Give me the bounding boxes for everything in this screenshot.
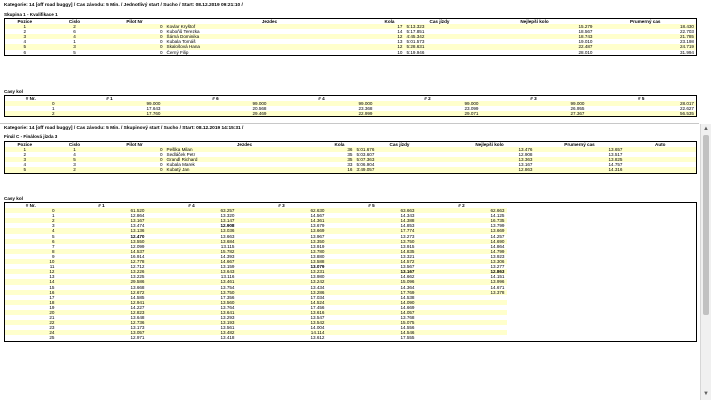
bottom-report-pane[interactable]: Kategorie: 14 [off road buggy] / Cas záv… [0, 124, 700, 400]
table-cell: 27.367 [480, 111, 587, 117]
table-cell: 29.469 [162, 111, 269, 117]
table-cell: 13.418 [146, 335, 237, 342]
top-results-table: Pozice Cislo Pilot Nr Jezdec Kola Cas jízdy Ne… [4, 18, 697, 56]
table-row: 2 17.760 29.469 22.999 29.071 27.367 56.535 [4, 111, 697, 117]
table-cell: 0 [104, 49, 165, 56]
bottom-category-info: Kategorie: 14 [off road buggy] / Cas záv… [4, 126, 244, 131]
table-cell [416, 335, 507, 342]
top-category-info: Kategorie: 14 [off road buggy] / Cas záv… [4, 3, 243, 8]
table-cell: 22.999 [268, 111, 375, 117]
table-cell: 13.612 [236, 335, 327, 342]
table-cell: 17.760 [56, 111, 163, 117]
table-cell: 6 [4, 49, 45, 56]
chevron-up-icon[interactable]: ▲ [702, 125, 710, 133]
table-cell: 5 [44, 49, 105, 56]
table-cell: Kubatý Jan [164, 167, 325, 174]
top-laps-title: Casy kol [4, 89, 23, 94]
table-cell: 12.863 [444, 167, 535, 174]
table-cell: 14.316 [534, 167, 625, 174]
top-laps-table: # Nr. # 1 # 6 # 4 # 2 # 3 # 5 0 99.000 99.000 99.… [4, 95, 697, 118]
table-cell: 3:49.057 [354, 167, 445, 174]
table-cell: 31.994 [594, 49, 697, 56]
bottom-laps-title: Casy kol [4, 196, 23, 201]
bottom-results-table: Pozice Cislo Pilot Nr Jezdec Kola Cas jízdy Ne… [4, 141, 697, 174]
table-cell: 25 [4, 335, 57, 342]
scrollbar-thumb[interactable] [703, 135, 709, 315]
table-cell: 56.535 [586, 111, 697, 117]
vertical-scrollbar[interactable]: ▲ ▼ [700, 124, 711, 400]
table-row: 6 5 0 Černý Filip 10 5:19.946 28.010 31.994 [4, 49, 697, 56]
table-cell: 17.555 [326, 335, 417, 342]
table-cell: 2 [4, 111, 57, 117]
table-cell: 29.071 [374, 111, 481, 117]
table-cell [624, 167, 697, 174]
top-report-pane[interactable]: Kategorie: 14 [off road buggy] / Cas záv… [0, 0, 711, 123]
table-row: 25 12.971 13.418 13.612 17.555 [4, 335, 697, 342]
table-cell: 5 [4, 167, 45, 174]
table-cell: 10 [374, 49, 405, 56]
table-cell: 2 [44, 167, 105, 174]
table-cell: 28.010 [474, 49, 595, 56]
table-cell: 12.971 [56, 335, 147, 342]
table-cell: 5:19.946 [404, 49, 475, 56]
table-row: 5 2 0 Kubatý Jan 16 3:49.057 12.863 14.316 [4, 167, 697, 174]
bottom-laps-table: # Nr. # 1 # 4 # 3 # 5 # 2 0 61.520 63.257 62.630… [4, 202, 697, 342]
top-group-title: Skupina 1 - Kvalifikace 1 [4, 12, 58, 17]
table-cell: 16 [324, 167, 355, 174]
table-cell: 0 [104, 167, 165, 174]
chevron-down-icon[interactable]: ▼ [702, 390, 710, 398]
bottom-group-title: Finál C - Finálová jízda 3 [4, 134, 58, 139]
table-cell: Černý Filip [164, 49, 375, 56]
